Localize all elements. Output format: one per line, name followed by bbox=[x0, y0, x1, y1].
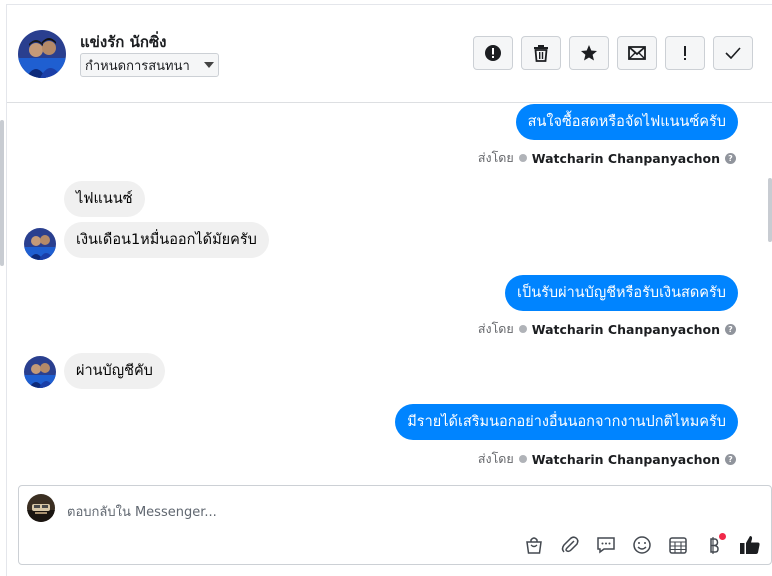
customer-avatar bbox=[24, 356, 56, 388]
star-icon bbox=[581, 45, 597, 61]
contact-name[interactable]: แข่งรัก นักซิ่ง bbox=[80, 30, 166, 54]
like-icon bbox=[740, 536, 760, 554]
shopping-bag-icon bbox=[526, 537, 542, 554]
sent-by-info: ส่งโดย Watcharin Chanpanyachon ? bbox=[478, 319, 736, 339]
sent-by-label: ส่งโดย bbox=[477, 451, 514, 466]
sent-by-info: ส่งโดย Watcharin Chanpanyachon ? bbox=[478, 148, 736, 168]
message-bubble-outgoing: เป็นรับผ่านบัญชีหรือรับเงินสดครับ bbox=[505, 275, 738, 311]
message-bubble-incoming: เงินเดือน1หมื่นออกได้มัยครับ bbox=[64, 222, 269, 258]
attach-button[interactable] bbox=[558, 533, 582, 557]
saved-reply-icon bbox=[597, 537, 615, 554]
message-bubble-incoming: ผ่านบัญชีคับ bbox=[64, 353, 165, 389]
page-avatar bbox=[27, 494, 55, 522]
list-scrollbar[interactable] bbox=[0, 120, 4, 266]
reply-composer[interactable]: ตอบกลับใน Messenger... bbox=[18, 485, 772, 565]
done-button[interactable] bbox=[713, 36, 753, 70]
contact-avatar[interactable] bbox=[18, 30, 66, 78]
exclamation-icon bbox=[684, 46, 686, 60]
sent-by-info: ส่งโดย Watcharin Chanpanyachon ? bbox=[478, 449, 736, 469]
sent-by-label: ส่งโดย bbox=[477, 321, 514, 336]
customer-avatar bbox=[24, 228, 56, 260]
notification-dot bbox=[719, 533, 726, 540]
sender-name[interactable]: Watcharin Chanpanyachon bbox=[532, 151, 720, 166]
like-button[interactable] bbox=[738, 533, 762, 557]
sender-name[interactable]: Watcharin Chanpanyachon bbox=[532, 452, 720, 467]
message-bubble-outgoing: สนใจซื้อสดหรือจัดไฟแนนซ์ครับ bbox=[515, 104, 738, 140]
payment-button[interactable] bbox=[702, 533, 726, 557]
follow-up-button[interactable] bbox=[665, 36, 705, 70]
help-icon[interactable]: ? bbox=[725, 323, 736, 335]
sender-name[interactable]: Watcharin Chanpanyachon bbox=[532, 322, 720, 337]
page-dot-icon bbox=[518, 154, 527, 162]
conversation-label-select[interactable]: กำหนดการสนทนา bbox=[80, 53, 219, 77]
saved-reply-button[interactable] bbox=[594, 533, 618, 557]
spam-button[interactable] bbox=[473, 36, 513, 70]
message-bubble-outgoing: มีรายได้เสริมนอกอย่างอื่นนอกจากงานปกติไห… bbox=[395, 404, 738, 440]
star-button[interactable] bbox=[569, 36, 609, 70]
check-icon bbox=[725, 47, 741, 59]
paperclip-icon bbox=[561, 536, 579, 553]
reply-input[interactable]: ตอบกลับใน Messenger... bbox=[67, 501, 217, 522]
appointment-button[interactable] bbox=[666, 533, 690, 557]
delete-button[interactable] bbox=[521, 36, 561, 70]
page-dot-icon bbox=[518, 455, 527, 463]
alert-circle-icon bbox=[485, 45, 501, 61]
conversation-header: แข่งรัก นักซิ่ง กำหนดการสนทนา bbox=[7, 5, 772, 103]
envelope-icon bbox=[628, 46, 646, 60]
message-thread[interactable]: สนใจซื้อสดหรือจัดไฟแนนซ์ครับ ส่งโดย Watc… bbox=[7, 103, 763, 477]
conversation-label-value: กำหนดการสนทนา bbox=[85, 58, 190, 74]
trash-icon bbox=[534, 45, 548, 62]
caret-down-icon bbox=[204, 62, 214, 68]
sent-by-label: ส่งโดย bbox=[477, 150, 514, 165]
help-icon[interactable]: ? bbox=[725, 453, 736, 465]
message-bubble-incoming: ไฟแนนซ์ bbox=[64, 181, 145, 217]
page-dot-icon bbox=[518, 325, 527, 333]
shopping-bag-button[interactable] bbox=[522, 533, 546, 557]
appointment-icon bbox=[669, 537, 687, 554]
mark-unread-button[interactable] bbox=[617, 36, 657, 70]
emoji-icon bbox=[633, 536, 651, 554]
emoji-button[interactable] bbox=[630, 533, 654, 557]
help-icon[interactable]: ? bbox=[725, 152, 736, 164]
thread-scrollbar[interactable] bbox=[768, 178, 772, 242]
